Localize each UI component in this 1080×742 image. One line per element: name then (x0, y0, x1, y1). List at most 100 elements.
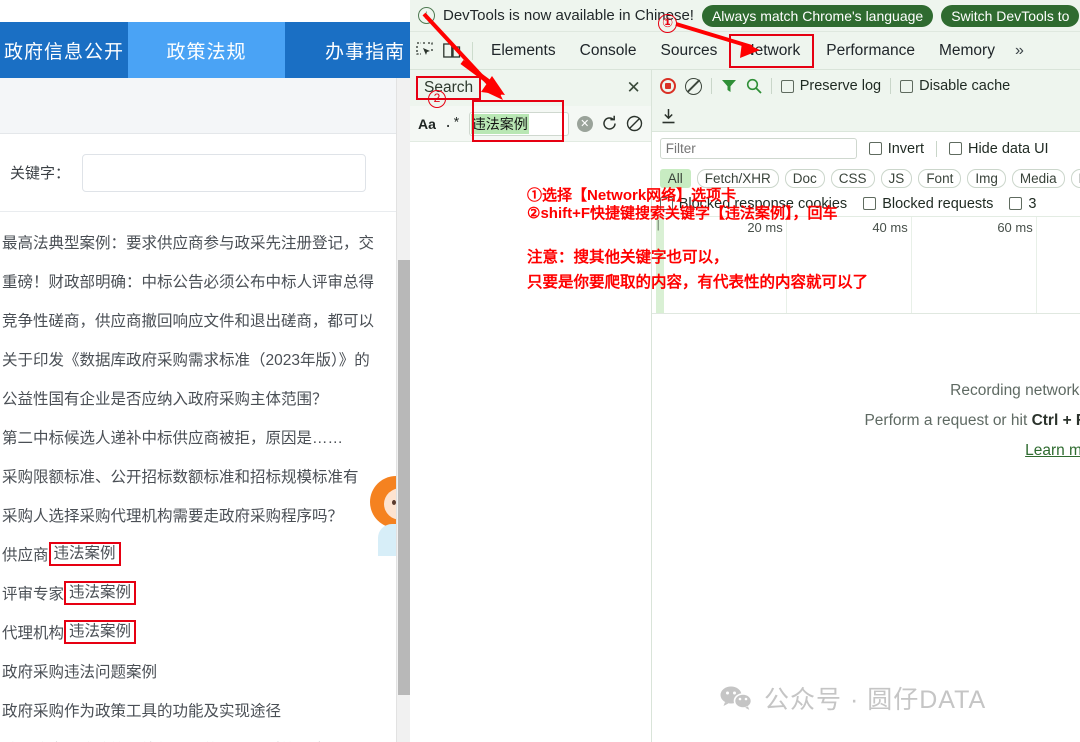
search-input-wrapper: 违法案例 (468, 111, 569, 136)
list-item[interactable]: 第二中标候选人递补中标供应商被拒，原因是…… (0, 417, 410, 456)
nav-item-policy-regulations[interactable]: 政策法规 (128, 22, 285, 78)
site-scrollbar-thumb[interactable] (398, 260, 410, 695)
list-item[interactable]: 公益性国有企业是否应纳入政府采购主体范围？ (0, 378, 410, 417)
device-toolbar-icon[interactable] (438, 32, 466, 70)
toolbar-divider (770, 78, 772, 94)
timeline-gridline (785, 217, 787, 313)
search-icon[interactable] (746, 78, 762, 94)
type-filter-css[interactable]: CSS (830, 168, 875, 188)
hide-data-urls-label: Hide data UI (967, 140, 1049, 157)
devtools-body: Search ✕ Aa .* 违法案例 ✕ 2 Preserve log Dis… (410, 70, 1080, 742)
always-match-language-button[interactable]: Always match Chrome's language (701, 4, 934, 27)
annotation-line-3: 注意：搜其他关键字也可以， (527, 249, 729, 266)
tab-sources[interactable]: Sources (649, 32, 730, 70)
list-item-label: 关于印发《数据库政府采购需求标准（2023年版）》的 (2, 351, 370, 369)
timeline-gridline (910, 217, 912, 313)
preserve-log-checkbox[interactable]: Preserve log (780, 78, 881, 94)
match-case-icon[interactable]: Aa (418, 116, 436, 132)
site-search-area: 关键字： (0, 134, 410, 212)
list-item[interactable]: 采购人选择采购代理机构需要走政府采购程序吗？ (0, 495, 410, 534)
site-navigation-bar: 政府信息公开 政策法规 办事指南 (0, 22, 410, 78)
timeline-tick-60ms: 60 ms (997, 220, 1033, 235)
nav-item-government-info[interactable]: 政府信息公开 (0, 22, 128, 78)
devtools-tab-bar: Elements Console Sources Network Perform… (410, 32, 1080, 70)
empty-state-line-1: Recording network act (950, 382, 1080, 399)
annotation-line-2: ②shift+F快捷键搜索关键字【违法案例】，回车 (527, 205, 838, 222)
article-list: 最高法典型案例：要求供应商参与政采先注册登记，交 重磅！财政部明确：中标公告必须… (0, 212, 410, 742)
list-item[interactable]: 代理机构 违法案例 (0, 612, 410, 651)
invert-checkbox[interactable]: Invert (868, 140, 924, 157)
inspect-element-icon[interactable] (410, 32, 438, 70)
checkbox-icon (1009, 197, 1023, 210)
list-item[interactable]: 最高法典型案例：要求供应商参与政采先注册登记，交 (0, 222, 410, 261)
checkbox-icon (780, 79, 794, 93)
type-filter-img[interactable]: Img (967, 168, 1006, 188)
list-item[interactable]: 采购限额标准、公开招标数额标准和招标规模标准有 (0, 456, 410, 495)
import-har-icon[interactable] (660, 108, 677, 125)
list-item[interactable]: 供应商 违法案例 (0, 534, 410, 573)
learn-more-link[interactable]: Learn more (1025, 442, 1080, 459)
search-input-bar: Aa .* 违法案例 ✕ (410, 100, 651, 142)
list-item[interactable]: 重磅！财政部明确：中标公告必须公布中标人评审总得 (0, 261, 410, 300)
toolbar-divider (890, 78, 892, 94)
tab-memory[interactable]: Memory (927, 32, 1007, 70)
list-item[interactable]: 政府采购违法问题案例 (0, 651, 410, 690)
type-filter-more[interactable]: N (1070, 168, 1080, 188)
info-icon: i (418, 7, 435, 24)
list-item[interactable]: 评审专家 违法案例 (0, 573, 410, 612)
list-item[interactable]: 竞争性磋商，供应商撤回响应文件和退出磋商，都可以 (0, 300, 410, 339)
list-item-label: 采购限额标准、公开招标数额标准和招标规模标准有 (2, 468, 359, 486)
refresh-search-icon[interactable] (601, 115, 618, 132)
nav-item-service-guide[interactable]: 办事指南 (285, 22, 410, 78)
keyword-input[interactable] (82, 153, 367, 192)
regex-icon[interactable]: .* (444, 116, 461, 132)
keyword-highlight-box: 违法案例 (64, 580, 137, 605)
disable-cache-checkbox[interactable]: Disable cache (900, 78, 1010, 94)
hide-data-urls-checkbox[interactable]: Hide data UI (948, 140, 1049, 157)
search-drawer-header: Search ✕ (410, 70, 651, 106)
filter-funnel-icon[interactable] (721, 78, 737, 94)
third-party-requests-checkbox[interactable]: 3 (1009, 196, 1037, 212)
site-scrollbar-track[interactable] (396, 78, 410, 742)
list-item[interactable]: 关于印发《数据库政府采购需求标准（2023年版）》的 (0, 339, 410, 378)
more-tabs-icon[interactable]: » (1007, 42, 1032, 60)
invert-label: Invert (887, 140, 924, 157)
network-filter-input[interactable] (659, 138, 857, 159)
checkbox-icon (900, 79, 914, 93)
site-breadcrumb-strip (0, 78, 410, 134)
watermark: 公众号 · 圆仔DATA (720, 680, 986, 716)
network-pane: Preserve log Disable cache Filter Invert… (651, 70, 1080, 742)
tab-network[interactable]: Network (729, 33, 815, 68)
list-item-label: 竞争性磋商，供应商撤回响应文件和退出磋商，都可以 (2, 312, 375, 330)
type-filter-js[interactable]: JS (880, 168, 913, 188)
list-item-label: 最高法典型案例：要求供应商参与政采先注册登记，交 (2, 234, 375, 252)
network-filter-row: Invert Hide data UI (651, 132, 1080, 165)
toolbar-divider (935, 140, 937, 157)
keyword-label: 关键字： (10, 165, 71, 182)
checkbox-icon (868, 142, 882, 155)
search-drawer-title: Search (416, 76, 482, 100)
switch-devtools-language-button[interactable]: Switch DevTools to (941, 4, 1080, 27)
clear-search-icon[interactable]: ✕ (576, 115, 593, 132)
clear-network-log-icon[interactable] (684, 77, 702, 95)
type-filter-media[interactable]: Media (1011, 168, 1065, 188)
list-item-label: 供应商 (2, 546, 49, 564)
type-filter-doc[interactable]: Doc (784, 168, 825, 188)
blocked-requests-label: Blocked requests (882, 195, 994, 212)
tab-console[interactable]: Console (568, 32, 649, 70)
clear-results-icon[interactable] (626, 115, 643, 132)
list-item[interactable]: 做优政府采购政策功能待加强的问题及对策研究 (0, 729, 410, 742)
watermark-text: 公众号 · 圆仔DATA (764, 686, 987, 714)
timeline-gridline (1035, 217, 1037, 313)
tab-elements[interactable]: Elements (479, 32, 568, 70)
list-item[interactable]: 政府采购作为政策工具的功能及实现途径 (0, 690, 410, 729)
close-icon[interactable]: ✕ (626, 78, 640, 98)
timeline-tick-40ms: 40 ms (872, 220, 908, 235)
search-drawer: Search ✕ Aa .* 违法案例 ✕ 2 (410, 70, 652, 742)
type-filter-font[interactable]: Font (918, 168, 962, 188)
record-stop-icon[interactable] (659, 78, 676, 94)
list-item-label: 公益性国有企业是否应纳入政府采购主体范围？ (2, 390, 328, 408)
blocked-requests-checkbox[interactable]: Blocked requests (863, 196, 993, 212)
tab-performance[interactable]: Performance (814, 32, 927, 70)
notice-text: DevTools is now available in Chinese! (443, 7, 694, 24)
